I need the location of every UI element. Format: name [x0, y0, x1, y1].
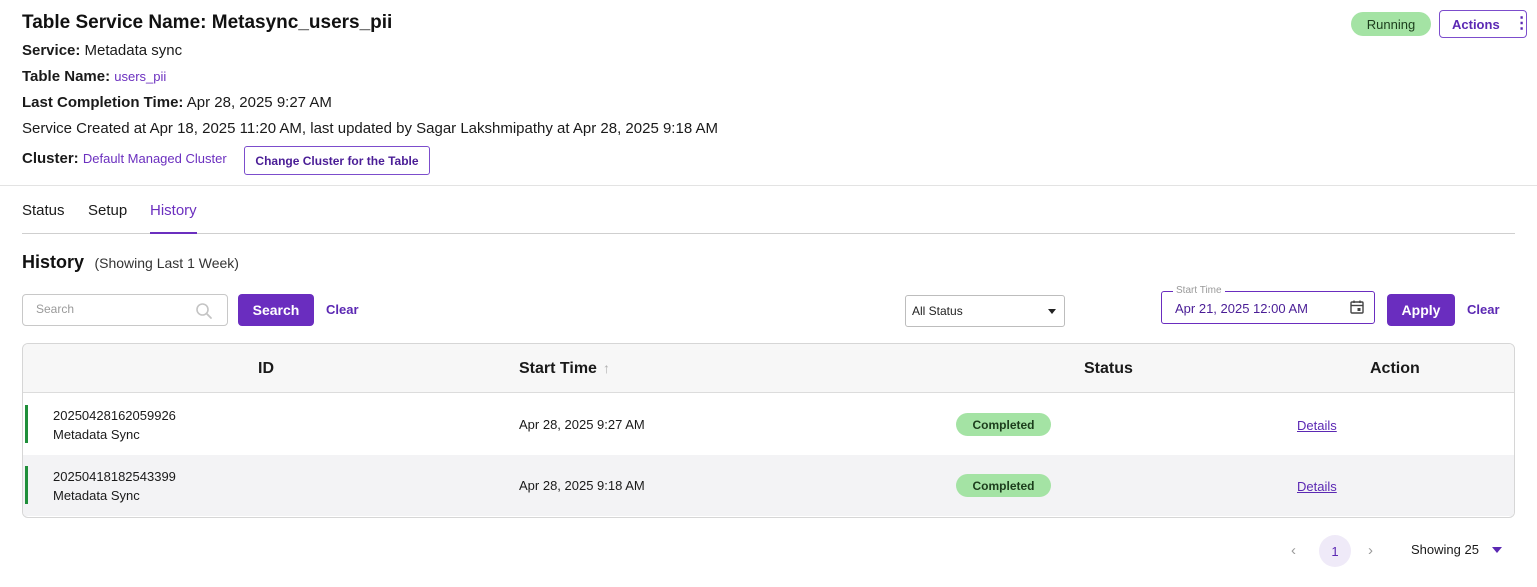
- last-completion-label: Last Completion Time:: [22, 94, 184, 111]
- calendar-icon[interactable]: [1349, 299, 1365, 315]
- actions-label: Actions: [1452, 16, 1500, 32]
- apply-button[interactable]: Apply: [1387, 294, 1455, 326]
- search-button[interactable]: Search: [238, 294, 314, 326]
- row-name: Metadata Sync: [53, 488, 140, 503]
- created-info: Service Created at Apr 18, 2025 11:20 AM…: [22, 120, 718, 137]
- chevron-left-icon[interactable]: ‹: [1291, 542, 1296, 559]
- table-name-link[interactable]: users_pii: [114, 69, 166, 84]
- row-start-time: Apr 28, 2025 9:27 AM: [519, 417, 645, 432]
- history-title: History: [22, 252, 85, 272]
- row-id: 20250418182543399: [53, 469, 176, 484]
- start-time-field[interactable]: Start Time Apr 21, 2025 12:00 AM: [1161, 285, 1375, 324]
- row-id-cell: 20250428162059926 Metadata Sync: [53, 406, 176, 444]
- header-divider: [0, 185, 1537, 186]
- service-label: Service:: [22, 42, 81, 59]
- table-row: 20250418182543399 Metadata Sync Apr 28, …: [23, 455, 1514, 516]
- actions-button[interactable]: Actions ⋮: [1439, 10, 1530, 38]
- tab-history[interactable]: History: [150, 202, 197, 234]
- table-header: ID Start Time ↑ Status Action: [23, 344, 1514, 393]
- change-cluster-button[interactable]: Change Cluster for the Table: [244, 146, 430, 175]
- cluster-line: Cluster: Default Managed Cluster: [22, 150, 227, 167]
- start-time-value: Apr 21, 2025 12:00 AM: [1175, 301, 1308, 316]
- tab-bar: Status Setup History: [22, 200, 1515, 234]
- column-header-action: Action: [1370, 360, 1420, 377]
- row-status-badge: Completed: [956, 413, 1051, 436]
- page-title: Table Service Name: Metasync_users_pii: [22, 12, 393, 33]
- column-header-id: ID: [258, 360, 274, 377]
- tab-status[interactable]: Status: [22, 202, 65, 234]
- cluster-link[interactable]: Default Managed Cluster: [83, 151, 227, 166]
- row-id: 20250428162059926: [53, 408, 176, 423]
- history-table: ID Start Time ↑ Status Action 20250428162…: [22, 343, 1515, 518]
- tab-setup[interactable]: Setup: [88, 202, 127, 234]
- row-id-cell: 20250418182543399 Metadata Sync: [53, 467, 176, 505]
- page-number-current[interactable]: 1: [1319, 535, 1351, 567]
- chevron-right-icon[interactable]: ›: [1368, 542, 1373, 559]
- start-time-label: Start Time: [1173, 285, 1225, 296]
- cluster-label: Cluster:: [22, 150, 79, 167]
- search-input[interactable]: [36, 302, 196, 316]
- column-header-start-time[interactable]: Start Time ↑: [519, 360, 610, 378]
- row-start-time: Apr 28, 2025 9:18 AM: [519, 478, 645, 493]
- sort-arrow-up-icon[interactable]: ↑: [603, 360, 610, 376]
- search-clear-button[interactable]: Clear: [326, 302, 359, 317]
- status-filter-select[interactable]: All Status: [905, 295, 1065, 327]
- table-name-line: Table Name: users_pii: [22, 68, 166, 85]
- row-name: Metadata Sync: [53, 427, 140, 442]
- row-status-badge: Completed: [956, 474, 1051, 497]
- row-status-indicator: [25, 466, 28, 504]
- row-details-link[interactable]: Details: [1297, 479, 1337, 494]
- status-filter-value: All Status: [912, 304, 963, 318]
- search-icon: [196, 303, 212, 319]
- column-header-status: Status: [1084, 360, 1133, 377]
- pagination: ‹ 1 › Showing 25: [0, 535, 1537, 567]
- caret-down-icon[interactable]: [1492, 547, 1502, 553]
- row-status-indicator: [25, 405, 28, 443]
- history-subtitle: (Showing Last 1 Week): [94, 255, 239, 271]
- status-badge: Running: [1351, 12, 1431, 36]
- search-field[interactable]: [22, 294, 228, 326]
- page-size-select[interactable]: Showing 25: [1411, 542, 1479, 557]
- service-value: Metadata sync: [84, 42, 183, 59]
- last-completion-line: Last Completion Time: Apr 28, 2025 9:27 …: [22, 94, 332, 111]
- last-completion-value: Apr 28, 2025 9:27 AM: [186, 94, 332, 111]
- more-vertical-icon: ⋮: [1513, 15, 1530, 32]
- caret-down-icon: [1048, 309, 1056, 314]
- table-name-label: Table Name:: [22, 68, 111, 85]
- column-header-start-time-label: Start Time: [519, 360, 597, 377]
- table-row: 20250428162059926 Metadata Sync Apr 28, …: [23, 394, 1514, 455]
- date-clear-button[interactable]: Clear: [1467, 302, 1500, 317]
- row-details-link[interactable]: Details: [1297, 418, 1337, 433]
- history-heading: History (Showing Last 1 Week): [22, 252, 239, 273]
- service-line: Service: Metadata sync: [22, 42, 182, 59]
